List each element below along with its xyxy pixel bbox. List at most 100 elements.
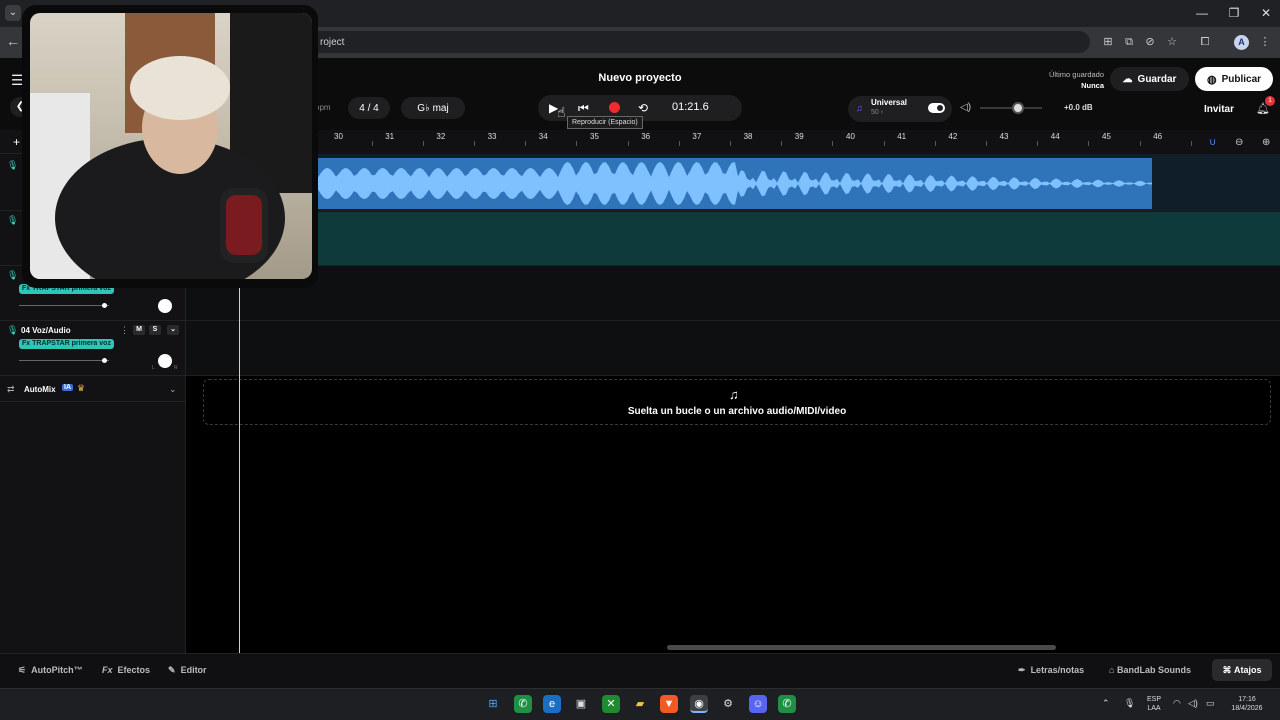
language-indicator[interactable]: ESP LAA <box>1142 695 1166 713</box>
profile-avatar[interactable]: A <box>1234 35 1249 50</box>
editor-label: Editor <box>180 665 207 675</box>
file-explorer-icon[interactable]: ▰ <box>631 695 649 713</box>
discord-icon[interactable]: ☺ <box>749 695 767 713</box>
bookmark-star-icon[interactable]: ☆ <box>1165 35 1179 49</box>
timeline-ruler[interactable] <box>186 130 1280 154</box>
track-volume-knob[interactable] <box>102 303 107 308</box>
feather-icon: ✒ <box>1018 665 1026 675</box>
extensions-icon[interactable]: ⧠ <box>1198 35 1212 49</box>
browser-menu-icon[interactable]: ⋮ <box>1258 35 1272 49</box>
browser-back-icon[interactable]: ← <box>6 33 20 49</box>
edge-icon[interactable]: e <box>543 695 561 713</box>
editor-button[interactable]: ✎ Editor <box>168 665 207 676</box>
ruler-bar-number: 44 <box>1050 132 1060 141</box>
mute-button[interactable]: M <box>133 325 145 335</box>
mic-icon: 🎙︎ <box>7 215 19 225</box>
ruler-bar-number: 30 <box>334 132 343 141</box>
zoom-out-icon[interactable]: ⊖ <box>1235 137 1243 148</box>
track-volume-slider[interactable] <box>19 360 109 361</box>
volume-tray-icon[interactable]: ◁) <box>1188 698 1198 709</box>
cast-icon[interactable]: ⧉ <box>1122 35 1136 49</box>
whatsapp-icon[interactable]: ✆ <box>514 695 532 713</box>
loop-icon[interactable]: ⟲ <box>638 101 648 115</box>
ruler-bar-number: 36 <box>641 132 651 141</box>
lyrics-button[interactable]: ✒ Letras/notas <box>1018 665 1084 676</box>
key-button[interactable]: G♭ maj <box>401 97 465 119</box>
pan-knob[interactable] <box>158 299 172 313</box>
project-title[interactable]: Nuevo proyecto <box>540 72 740 84</box>
skip-back-icon[interactable]: ⏮︎ <box>578 101 589 116</box>
fx-tag[interactable]: Fx TRAPSTAR primera voz <box>19 339 114 349</box>
chevron-down-icon[interactable]: ⌄ <box>167 325 179 335</box>
horizontal-scrollbar[interactable] <box>667 645 1056 650</box>
ruler-bar-number: 41 <box>897 132 907 141</box>
ruler-tick <box>525 141 527 146</box>
effects-label: Efectos <box>117 665 151 675</box>
lyrics-label: Letras/notas <box>1030 665 1085 675</box>
steam-icon[interactable]: ⚙ <box>719 695 737 713</box>
ruler-bar-number: 42 <box>948 132 958 141</box>
solo-button[interactable]: S <box>149 325 161 335</box>
wifi-icon[interactable]: ◠ <box>1173 698 1181 709</box>
ruler-bar-number: 35 <box>590 132 599 141</box>
effects-button[interactable]: Fx Efectos <box>102 665 150 675</box>
save-button[interactable]: ☁ Guardar <box>1110 67 1189 91</box>
music-note-icon: ♫ <box>856 103 863 113</box>
zoom-in-icon[interactable]: ⊕ <box>1262 137 1270 148</box>
battery-icon[interactable]: ▭ <box>1206 698 1215 709</box>
automix-row[interactable]: ⇄ AutoMix IA ♛ ⌄ <box>0 376 186 402</box>
whatsapp-icon-2[interactable]: ✆ <box>778 695 796 713</box>
mouse-cursor-icon: ☝︎ <box>557 104 566 120</box>
tab-search-chevron-icon[interactable]: ⌄ <box>5 5 21 21</box>
track-options-icon[interactable]: ⋮ <box>120 325 129 336</box>
store-icon[interactable]: ▣ <box>572 695 590 713</box>
tray-mic-icon[interactable]: 🎙︎ <box>1124 698 1135 709</box>
track-volume-slider[interactable] <box>19 305 109 306</box>
xbox-icon[interactable]: ✕ <box>602 695 620 713</box>
translate-icon[interactable]: ⊞ <box>1101 35 1115 49</box>
minimize-icon[interactable]: — <box>1190 5 1214 21</box>
universal-sub: 50 › <box>871 109 884 116</box>
ruler-bar-number: 40 <box>846 132 855 141</box>
track-lane-3[interactable] <box>186 266 1280 321</box>
ruler-tick <box>474 141 475 146</box>
ruler-tick <box>576 141 578 146</box>
record-button[interactable] <box>609 102 620 113</box>
tray-chevron-up-icon[interactable]: ⌃ <box>1102 698 1110 709</box>
pencil-icon: ✎ <box>168 665 176 675</box>
ruler-bar-number: 39 <box>794 132 804 141</box>
brave-icon[interactable]: ▼ <box>660 695 678 713</box>
pan-knob[interactable] <box>158 354 172 368</box>
ruler-bar-number: 45 <box>1102 132 1111 141</box>
sounds-label: BandLab Sounds <box>1116 665 1191 675</box>
clock[interactable]: 17:16 18/4/2026 <box>1224 695 1270 713</box>
snap-magnet-icon[interactable]: ∪ <box>1209 137 1216 148</box>
ruler-tick <box>934 141 936 146</box>
track-name[interactable]: 04 Voz/Audio <box>21 326 71 335</box>
shortcuts-button[interactable]: ⌘ Atajos <box>1212 659 1272 681</box>
restore-icon[interactable]: ❐ <box>1222 5 1246 21</box>
bandlab-sounds-button[interactable]: ⌂ BandLab Sounds <box>1109 665 1191 675</box>
master-volume-slider[interactable] <box>980 107 1042 109</box>
chrome-icon[interactable]: ◉ <box>690 695 708 713</box>
ruler-tick <box>422 141 424 146</box>
track-volume-knob[interactable] <box>102 358 107 363</box>
windows-start-icon[interactable]: ⊞ <box>484 695 502 713</box>
audio-region-2[interactable] <box>318 212 1280 265</box>
eye-off-icon[interactable]: ⊘ <box>1143 35 1157 49</box>
close-window-icon[interactable]: ✕ <box>1254 5 1278 21</box>
chevron-down-icon[interactable]: ⌄ <box>169 384 177 395</box>
publish-button[interactable]: ◍ Publicar <box>1195 67 1273 91</box>
bpm-label[interactable]: bpm <box>315 97 345 119</box>
autopitch-button[interactable]: ⚟ AutoPitch™ <box>18 665 83 676</box>
track-lane-4[interactable] <box>186 321 1280 376</box>
universal-toggle[interactable] <box>928 103 945 113</box>
invite-button[interactable]: Invitar <box>1196 97 1242 121</box>
time-signature-button[interactable]: 4 / 4 <box>348 97 390 119</box>
drop-zone[interactable] <box>203 379 1271 425</box>
track-header-4[interactable]: 🎙︎ 04 Voz/Audio ⋮ M S ⌄ Fx TRAPSTAR prim… <box>0 321 186 376</box>
last-saved-value: Nunca <box>1081 81 1104 90</box>
speaker-icon[interactable]: ◁) <box>960 102 971 113</box>
mic-icon: 🎙︎ <box>7 270 19 280</box>
add-track-icon[interactable]: + <box>13 135 20 149</box>
